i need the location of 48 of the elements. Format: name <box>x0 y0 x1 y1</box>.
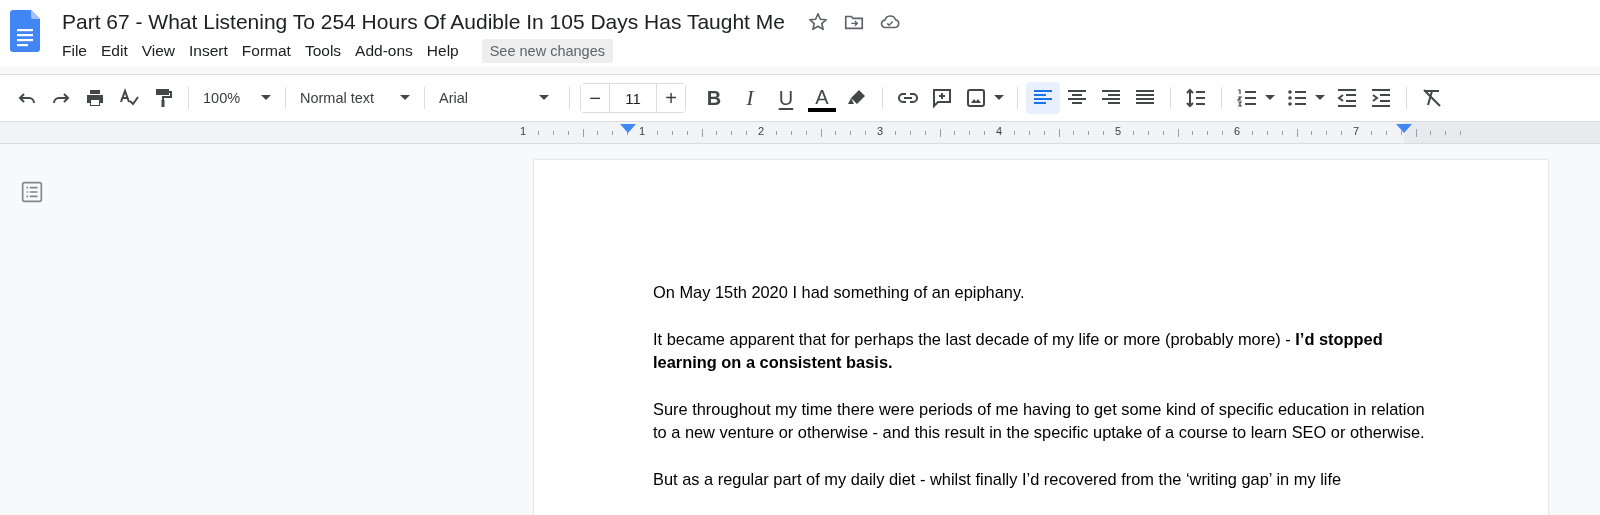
menu-item[interactable]: File <box>55 40 94 62</box>
ruler-number: 4 <box>995 125 1003 137</box>
italic-button[interactable]: I <box>733 82 767 114</box>
caret-icon[interactable] <box>1315 95 1325 101</box>
ruler-number: 1 <box>519 125 527 137</box>
line-spacing-icon[interactable] <box>1184 86 1208 110</box>
caret-icon[interactable] <box>400 95 410 101</box>
see-new-changes-button[interactable]: See new changes <box>481 39 613 63</box>
ruler-number: 5 <box>1114 125 1122 137</box>
increase-indent-icon[interactable] <box>1369 86 1393 110</box>
text-color-button[interactable]: A <box>808 84 836 112</box>
menu-item[interactable]: Format <box>234 40 298 62</box>
image-icon[interactable] <box>964 86 988 110</box>
menu-item[interactable]: Edit <box>94 40 135 62</box>
caret-icon[interactable] <box>1265 95 1275 101</box>
paragraph: But as a regular part of my daily diet - whilst finally I’d recovered from the ‘writing gap’ in my life <box>653 468 1343 490</box>
paragraph: On May 15th 2020 I had something of an epiphany. <box>653 282 1026 303</box>
ruler-number: 2 <box>757 125 765 137</box>
caret-icon[interactable] <box>261 95 271 101</box>
document-title[interactable]: Part 67 - What Listening To 254 Hours Of Audible In 105 Days Has Taught Me <box>62 10 785 34</box>
ruler[interactable]: 1 1 2 3 4 5 6 7 <box>0 122 1600 143</box>
caret-icon[interactable] <box>539 95 549 101</box>
paragraph-style-dropdown[interactable]: Normal text <box>300 90 375 106</box>
menu-item[interactable]: Insert <box>182 40 235 62</box>
paragraph: It became apparent that for perhaps the last decade of my life or more (probably more) - I’d stopped learning on a consistent basis. <box>653 328 1384 373</box>
menu-item[interactable]: Help <box>419 40 466 62</box>
ruler-number: 7 <box>1352 125 1360 137</box>
font-dropdown[interactable]: Arial <box>439 90 468 106</box>
paragraph: Sure throughout my time there were periods of me having to get some kind of specific education in relation to a new venture or otherwise - and this result in the specific uptake of a course to learn SEO or otherwise. <box>653 398 1426 443</box>
ruler-number: 6 <box>1233 125 1241 137</box>
bold-button[interactable]: B <box>697 82 731 114</box>
numbered-list-icon[interactable] <box>1235 86 1259 110</box>
zoom-dropdown[interactable]: 100% <box>203 90 241 106</box>
right-indent-marker[interactable] <box>1395 124 1412 133</box>
left-indent-marker[interactable] <box>620 124 636 133</box>
menu-item[interactable]: Add-ons <box>348 40 420 62</box>
underline-button[interactable]: U <box>769 82 803 114</box>
caret-icon[interactable] <box>994 95 1004 101</box>
menu-item[interactable]: Tools <box>297 40 349 62</box>
ruler-number: 3 <box>876 125 884 137</box>
menu-item[interactable]: View <box>134 40 183 62</box>
star-icon[interactable] <box>806 11 829 33</box>
add-comment-icon[interactable] <box>930 86 954 110</box>
ruler-number: 1 <box>638 125 646 137</box>
align-left-button[interactable] <box>1026 82 1060 114</box>
document-logo-icon[interactable] <box>10 10 40 52</box>
decrease-indent-icon[interactable] <box>1335 86 1359 110</box>
document-outline-icon[interactable] <box>21 181 43 203</box>
